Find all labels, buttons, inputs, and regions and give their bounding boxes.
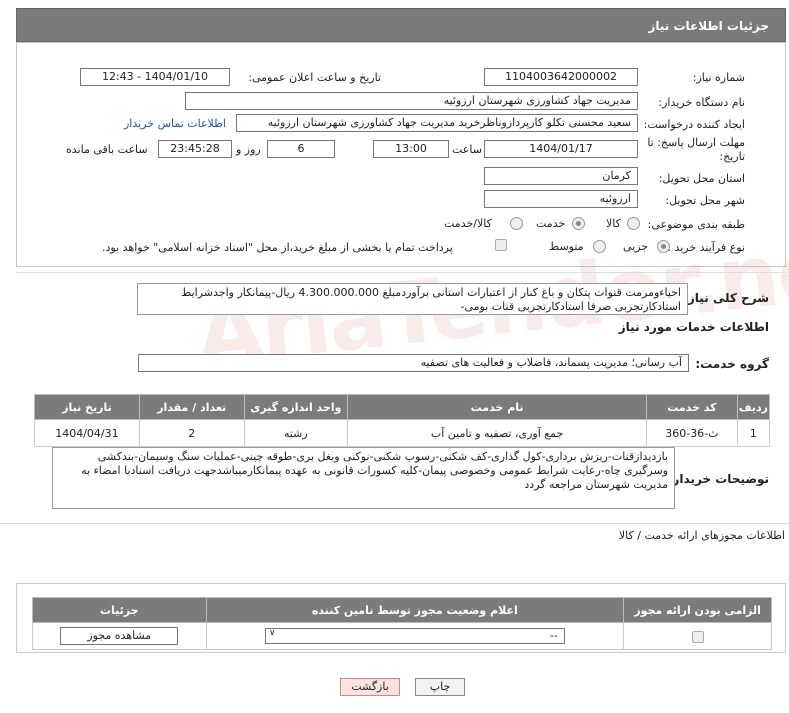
page-header: جزئیات اطلاعات نیاز — [16, 8, 786, 42]
province-label: استان محل تحویل: — [658, 172, 745, 185]
city-label: شهر محل تحویل: — [665, 194, 745, 207]
category-radio-goods-service[interactable] — [510, 217, 523, 230]
row-index: 1 — [736, 419, 771, 447]
table-row[interactable]: 1 ث-36-360 جمع آوری، تصفیه و تامین آب رش… — [34, 419, 771, 447]
announce-label: تاریخ و ساعت اعلان عمومی: — [248, 71, 381, 84]
days-label: روز و — [236, 143, 261, 156]
deadline-label-1: مهلت ارسال پاسخ: تا — [647, 136, 745, 149]
days-field: 6 — [267, 140, 335, 158]
announce-field: 1404/01/10 - 12:43 — [80, 68, 230, 86]
col-name: نام خدمت — [347, 394, 647, 420]
description-textarea[interactable]: احیاءومرمت قنوات پتکان و باغ کنار از اعت… — [137, 283, 688, 315]
process-radio-minor[interactable] — [657, 240, 670, 253]
col-index: ردیف — [736, 394, 771, 420]
time-label: ساعت — [452, 143, 482, 156]
permit-col-required: الزامی بودن ارائه مجوز — [623, 597, 772, 623]
contact-buyer-link[interactable]: اطلاعات تماس خریدار — [124, 117, 226, 130]
category-option-goods-service: کالا/خدمت — [444, 217, 492, 230]
back-button[interactable]: بازگشت — [340, 678, 400, 696]
process-option-minor: جزیی — [623, 240, 649, 253]
need-number-label: شماره نیاز: — [692, 71, 745, 84]
print-button[interactable]: چاپ — [415, 678, 465, 696]
view-permit-button[interactable]: مشاهده مجوز — [60, 627, 179, 645]
permit-status-select[interactable]: ∨ -- — [264, 628, 565, 644]
buyer-notes-label: توضیحات خریدار: — [667, 472, 769, 486]
permit-col-status: اعلام وضعیت مجوز توسط نامین کننده — [205, 597, 625, 623]
permit-required-checkbox[interactable] — [691, 630, 704, 643]
process-label: نوع فرآیند خرید : — [667, 241, 745, 254]
permits-table: الزامی بودن ارائه مجوز اعلام وضعیت مجوز … — [32, 597, 772, 650]
service-group-field: آب رسانی؛ مدیریت پسماند، فاضلاب و فعالیت… — [138, 354, 689, 372]
row-unit: رشته — [243, 419, 349, 447]
permit-required-cell — [623, 622, 772, 650]
category-label: طبقه بندی موضوعی: — [647, 218, 745, 231]
category-option-service: خدمت — [536, 217, 566, 230]
chevron-down-icon: ∨ — [268, 628, 276, 638]
city-field: ارزوئیه — [484, 190, 638, 208]
category-radio-service[interactable] — [572, 217, 585, 230]
row-code: ث-36-360 — [645, 419, 738, 447]
permit-status-cell: ∨ -- — [205, 622, 625, 650]
buyer-notes-textarea[interactable]: بازدیدازقنات-ریزش برداری-کول گذاری-کف شک… — [52, 447, 675, 509]
deadline-label-2: تاریخ: — [719, 150, 745, 163]
remaining-time-field: 23:45:28 — [158, 140, 232, 158]
process-radio-medium[interactable] — [593, 240, 606, 253]
permits-table-header: الزامی بودن ارائه مجوز اعلام وضعیت مجوز … — [32, 597, 772, 623]
deadline-time-field: 13:00 — [373, 140, 449, 158]
description-label: شرح کلی نیاز: — [683, 291, 769, 305]
treasury-checkbox[interactable] — [495, 239, 507, 251]
page-title: جزئیات اطلاعات نیاز — [648, 19, 769, 33]
col-unit: واحد اندازه گیری — [243, 394, 349, 420]
creator-field: سعید محسنی تکلو کارپردازوناظرخرید مدیریت… — [236, 114, 638, 132]
row-name: جمع آوری، تصفیه و تامین آب — [347, 419, 647, 447]
need-number-field: 1104003642000002 — [484, 68, 638, 86]
creator-label: ایجاد کننده درخواست: — [643, 118, 745, 131]
row-date: 1404/04/31 — [34, 419, 140, 447]
permit-col-details: جزئیات — [32, 597, 207, 623]
category-option-goods: کالا — [606, 217, 621, 230]
permits-section-title: اطلاعات مجوزهای ارائه خدمت / کالا — [618, 529, 785, 542]
col-date: تاریخ نیاز — [34, 394, 140, 420]
row-qty: 2 — [138, 419, 245, 447]
permit-details-cell: مشاهده مجوز — [32, 622, 207, 650]
services-section-title: اطلاعات خدمات مورد نیاز — [618, 320, 769, 334]
buyer-org-label: نام دستگاه خریدار: — [658, 96, 745, 109]
service-group-label: گروه خدمت: — [695, 357, 769, 371]
table-row: ∨ -- مشاهده مجوز — [32, 622, 772, 650]
permit-status-value: -- — [549, 629, 558, 642]
category-radio-goods[interactable] — [627, 217, 640, 230]
payment-note: پرداخت تمام یا بخشی از مبلغ خرید،از محل … — [102, 241, 453, 254]
province-field: کرمان — [484, 167, 638, 185]
col-qty: تعداد / مقدار — [138, 394, 245, 420]
process-option-medium: متوسط — [549, 240, 584, 253]
remaining-label: ساعت باقی مانده — [66, 143, 148, 156]
col-code: کد خدمت — [645, 394, 738, 420]
services-table: ردیف کد خدمت نام خدمت واحد اندازه گیری ت… — [34, 394, 771, 447]
services-table-header: ردیف کد خدمت نام خدمت واحد اندازه گیری ت… — [34, 394, 771, 420]
deadline-date-field: 1404/01/17 — [484, 140, 638, 158]
buyer-org-field: مدیریت جهاد کشاورزی شهرستان ارزوئیه — [185, 92, 638, 110]
